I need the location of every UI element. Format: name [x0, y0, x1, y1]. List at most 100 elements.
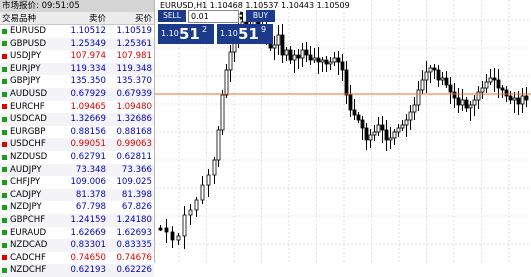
- sell-button[interactable]: SELL: [158, 10, 186, 22]
- ask-cell: 1.25361: [116, 38, 152, 49]
- candle-body: [170, 231, 175, 241]
- buy-button[interactable]: BUY: [246, 10, 275, 22]
- symbol-label: EURGBP: [10, 126, 46, 137]
- candle-body: [404, 119, 409, 126]
- market-watch-row[interactable]: USDCAD 1.32669 1.32686: [0, 113, 154, 126]
- candle-body: [376, 124, 381, 133]
- market-watch-row[interactable]: GBPJPY 135.350 135.370: [0, 75, 154, 88]
- candle-body: [368, 134, 373, 141]
- market-watch-row[interactable]: EURAUD 1.62669 1.62693: [0, 227, 154, 240]
- down-arrow-icon: [2, 104, 7, 110]
- one-click-trading-panel: SELL 0.01 ▲ ▼ BUY 1.10 51 2 1.10 51 9: [158, 10, 276, 46]
- sell-price-button[interactable]: 1.10 51 2: [158, 24, 214, 44]
- candle-body: [496, 79, 501, 89]
- candle-body: [456, 97, 461, 106]
- bid-cell: 1.25349: [70, 38, 106, 49]
- market-watch-row[interactable]: EURUSD 1.10512 1.10519: [0, 25, 154, 38]
- market-watch-row[interactable]: GBPCHF 1.24159 1.24180: [0, 213, 154, 227]
- candle-body: [516, 97, 521, 105]
- candle-body: [284, 49, 289, 56]
- symbol-label: EURJPY: [10, 63, 41, 74]
- candle-body: [492, 77, 497, 81]
- candle-body: [300, 49, 305, 59]
- market-watch-row[interactable]: NZDJPY 67.798 67.826: [0, 201, 154, 214]
- market-watch-row[interactable]: GBPUSD 1.25349 1.25361: [0, 37, 154, 51]
- candle-body: [320, 59, 325, 63]
- market-watch-row[interactable]: AUDUSD 0.67929 0.67939: [0, 87, 154, 101]
- sell-price-big: 51: [179, 25, 200, 43]
- candle-body: [332, 57, 337, 63]
- lot-size-input[interactable]: 0.01: [188, 10, 239, 23]
- candle-body: [188, 209, 193, 216]
- candle-body: [512, 97, 517, 101]
- market-watch-row[interactable]: NZDUSD 0.62791 0.62811: [0, 151, 154, 164]
- market-watch-row[interactable]: EURGBP 0.88156 0.88168: [0, 126, 154, 139]
- market-watch-panel: 市场报价: 09:51:05 交易品种 卖价 买价 EURUSD 1.10512 1…: [0, 0, 155, 277]
- symbol-cell: EURJPY: [0, 63, 60, 76]
- bid-cell: 0.99051: [70, 139, 106, 150]
- candle-body: [392, 131, 397, 139]
- buy-price-button[interactable]: 1.10 51 9: [217, 24, 273, 44]
- column-header-bid[interactable]: 卖价: [60, 12, 106, 24]
- market-watch-row[interactable]: AUDJPY 73.348 73.366: [0, 163, 154, 177]
- symbol-cell: GBPJPY: [0, 75, 60, 88]
- symbol-label: CADCHF: [10, 252, 46, 263]
- market-watch-row[interactable]: EURJPY 119.334 119.348: [0, 62, 154, 76]
- symbol-label: USDCAD: [10, 114, 47, 125]
- candle-body: [158, 227, 163, 231]
- candle-body: [164, 227, 169, 233]
- lot-spinner[interactable]: ▲ ▼: [237, 10, 245, 23]
- bid-cell: 1.62669: [70, 227, 106, 238]
- symbol-cell: NZDJPY: [0, 201, 60, 214]
- bid-cell: 0.74650: [70, 252, 106, 263]
- market-watch-row[interactable]: CHFJPY 109.006 109.025: [0, 176, 154, 189]
- up-arrow-icon: [2, 116, 7, 122]
- market-watch-row[interactable]: USDCHF 0.99051 0.99063: [0, 138, 154, 151]
- ask-cell: 81.398: [121, 189, 152, 200]
- candle-body: [416, 89, 421, 106]
- symbol-label: GBPUSD: [10, 38, 47, 49]
- bid-cell: 0.83301: [70, 240, 106, 251]
- market-watch-row[interactable]: NZDCAD 0.83301 0.83335: [0, 239, 154, 252]
- candle-body: [352, 109, 357, 116]
- symbol-label: AUDUSD: [10, 88, 48, 99]
- down-arrow-icon: [2, 53, 7, 59]
- market-watch-row[interactable]: NZDCHF 0.62193 0.62226: [0, 264, 154, 277]
- down-arrow-icon: [2, 142, 7, 148]
- market-watch-row[interactable]: EURCHF 1.09465 1.09480: [0, 101, 154, 114]
- symbol-cell: GBPCHF: [0, 214, 60, 227]
- symbol-label: GBPCHF: [10, 214, 46, 225]
- ask-cell: 1.62693: [116, 227, 152, 238]
- candle-body: [448, 84, 453, 93]
- candle-body: [488, 77, 493, 83]
- market-watch-title: 市场报价: 09:51:05: [0, 0, 154, 12]
- symbol-cell: USDCAD: [0, 113, 60, 126]
- ask-cell: 135.370: [116, 76, 152, 87]
- price-chart[interactable]: EURUSD,H1 1.10468 1.10537 1.10443 1.1050…: [155, 0, 531, 263]
- candle-body: [304, 49, 309, 56]
- bid-cell: 1.10512: [70, 26, 106, 36]
- candle-body: [420, 79, 425, 91]
- market-watch-row[interactable]: CADJPY 81.378 81.398: [0, 188, 154, 202]
- candle-body: [460, 99, 465, 106]
- spin-down-icon[interactable]: ▼: [237, 16, 245, 22]
- bid-cell: 135.350: [70, 76, 106, 87]
- candle-body: [344, 69, 349, 96]
- symbol-cell: AUDUSD: [0, 88, 60, 101]
- column-header-ask[interactable]: 买价: [106, 12, 152, 24]
- ask-cell: 0.67939: [116, 88, 152, 99]
- bid-cell: 1.32669: [70, 114, 106, 125]
- candle-body: [356, 114, 361, 121]
- market-watch-row[interactable]: USDJPY 107.974 107.981: [0, 50, 154, 63]
- candle-body: [336, 57, 341, 63]
- market-watch-rows: EURUSD 1.10512 1.10519 GBPUSD 1.25349 1.25361…: [0, 25, 154, 277]
- column-header-symbol[interactable]: 交易品种: [0, 12, 60, 24]
- candle-body: [452, 91, 457, 99]
- up-arrow-icon: [2, 28, 7, 34]
- up-arrow-icon: [2, 167, 7, 173]
- market-watch-row[interactable]: CADCHF 0.74650 0.74676: [0, 252, 154, 265]
- down-arrow-icon: [2, 255, 7, 261]
- bid-cell: 1.24159: [70, 214, 106, 225]
- candle-body: [388, 137, 393, 141]
- candle-body: [380, 124, 385, 131]
